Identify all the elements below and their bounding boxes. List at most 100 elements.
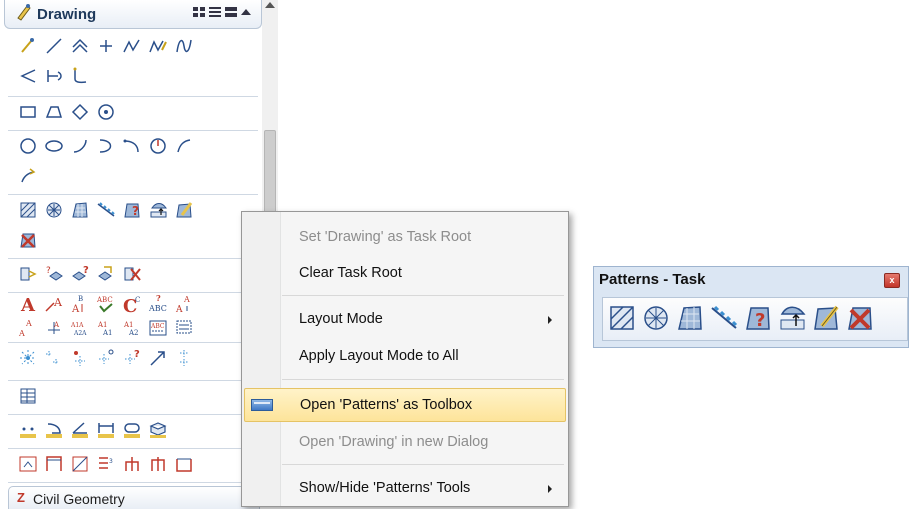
dimension-element-icon[interactable] [18,420,38,440]
place-shape-icon[interactable] [44,102,64,122]
hatch-area-icon[interactable] [18,200,38,220]
fill-in-text-icon[interactable]: A1 A1 [96,318,116,338]
change-pattern-icon[interactable] [174,200,194,220]
place-block-icon[interactable] [18,102,38,122]
dimension-ordinate-icon[interactable]: 3 [96,454,116,474]
hatch-area-icon[interactable] [607,302,637,334]
review-tags-icon[interactable] [70,348,90,368]
place-line-icon[interactable] [44,36,64,56]
select-and-place-cell-icon[interactable]: ? [44,264,64,284]
linear-pattern-icon[interactable] [709,302,739,334]
tool-group-patterns: ? [8,194,258,259]
construct-angle-icon[interactable] [18,66,38,86]
dimension-3d-icon[interactable] [148,420,168,440]
list-view-icon[interactable] [209,7,221,17]
menu-item-open-drawing-dialog[interactable]: Open 'Drawing' in new Dialog [244,426,566,460]
place-text-icon[interactable]: A [18,294,38,314]
copy-increment-text-icon[interactable]: AA [174,294,194,314]
edit-tags-icon[interactable] [44,348,64,368]
identify-cell-icon[interactable]: ? [70,264,90,284]
delete-pattern-icon[interactable] [845,302,875,334]
place-note-icon[interactable]: A [44,294,64,314]
increment-text-icon[interactable]: A1A A2A [70,318,90,338]
place-active-cell-icon[interactable] [18,264,38,284]
civil-geometry-icon: Z [17,490,25,505]
menu-item-set-task-root[interactable]: Set 'Drawing' as Task Root [244,221,566,255]
pattern-area-icon[interactable] [675,302,705,334]
modify-arc-icon[interactable] [148,136,168,156]
place-arc-icon[interactable] [70,136,90,156]
dimension-arc-location-icon[interactable] [148,454,168,474]
match-pattern-attributes-icon[interactable] [777,302,807,334]
auto-fill-text-icon[interactable]: A1 A2 [122,318,142,338]
icon-view-icon[interactable] [193,7,205,17]
place-curve-icon[interactable] [174,36,194,56]
dimension-location-icon[interactable] [70,454,90,474]
delete-pattern-icon[interactable] [18,230,38,250]
show-pattern-attributes-icon[interactable]: ? [743,302,773,334]
show-pattern-attributes-icon[interactable]: ? [122,200,142,220]
svg-text:?: ? [755,310,765,331]
change-text-attributes-icon[interactable]: CC [122,294,142,314]
tool-group-lines [8,30,258,97]
text-fields-icon[interactable] [174,318,194,338]
menu-item-label: Clear Task Root [299,265,402,281]
change-pattern-icon[interactable] [811,302,841,334]
place-regular-polygon-icon[interactable] [96,102,116,122]
menu-item-show-hide-patterns[interactable]: Show/Hide 'Patterns' Tools [244,472,566,506]
dimension-radial-icon[interactable] [44,420,64,440]
change-tag-icon[interactable] [96,348,116,368]
display-text-attributes-icon[interactable]: AA [18,318,38,338]
replace-cells-icon[interactable] [96,264,116,284]
edit-text-icon[interactable]: BA [70,294,90,314]
modify-arc-radius-icon[interactable] [174,136,194,156]
dimension-arc-size-icon[interactable] [122,454,142,474]
place-quarter-ellipse-icon[interactable] [122,136,142,156]
view-mode-controls [193,7,251,17]
linear-pattern-icon[interactable] [96,200,116,220]
collapse-caret-icon[interactable] [241,9,251,15]
tag-set-icon[interactable] [174,348,194,368]
crosshatch-area-icon[interactable] [641,302,671,334]
crosshatch-area-icon[interactable] [44,200,64,220]
place-ellipse-icon[interactable] [44,136,64,156]
place-point-icon[interactable] [96,36,116,56]
text-origin-icon[interactable]: A [44,318,64,338]
identify-tag-icon[interactable]: ? [122,348,142,368]
menu-item-apply-layout-mode[interactable]: Apply Layout Mode to All [244,340,566,374]
drawing-header[interactable]: Drawing [4,0,262,29]
construct-perpendicular-icon[interactable] [44,66,64,86]
place-multiline-icon[interactable] [70,36,90,56]
spell-checker-icon[interactable]: ABC [96,294,116,314]
construct-tangent-icon[interactable] [70,66,90,86]
civil-geometry-tab[interactable]: Z Civil Geometry [8,486,260,509]
svg-text:A: A [53,296,63,309]
match-pattern-attributes-icon[interactable] [148,200,168,220]
menu-item-open-patterns-toolbox[interactable]: Open 'Patterns' as Toolbox [244,388,566,422]
sketch-line-icon[interactable] [148,36,168,56]
place-table-icon[interactable] [18,386,38,406]
place-tag-icon[interactable] [18,348,38,368]
dimension-size-stroke-icon[interactable] [44,454,64,474]
dimension-size-arrow-icon[interactable] [18,454,38,474]
block-view-icon[interactable] [225,7,237,17]
dimension-symmetric-icon[interactable] [174,454,194,474]
dimension-linear-icon[interactable] [96,420,116,440]
dimension-angle-icon[interactable] [70,420,90,440]
arrow-marker-icon[interactable] [148,348,168,368]
place-smartline-icon[interactable] [18,36,38,56]
place-orthogonal-shape-icon[interactable] [70,102,90,122]
pattern-area-icon[interactable] [70,200,90,220]
menu-item-clear-task-root[interactable]: Clear Task Root [244,257,566,291]
drop-cell-icon[interactable] [122,264,142,284]
text-editor-icon[interactable]: ABC [148,318,168,338]
dimension-ordinates-icon[interactable] [122,420,142,440]
scroll-up-arrow-icon[interactable] [265,2,275,8]
place-half-ellipse-icon[interactable] [96,136,116,156]
modify-arc-axis-icon[interactable] [18,166,38,186]
menu-item-layout-mode[interactable]: Layout Mode [244,303,566,337]
place-circle-icon[interactable] [18,136,38,156]
close-button[interactable]: x [884,273,900,288]
place-stream-icon[interactable] [122,36,142,56]
match-text-attributes-icon[interactable]: ? ABC [148,294,168,314]
